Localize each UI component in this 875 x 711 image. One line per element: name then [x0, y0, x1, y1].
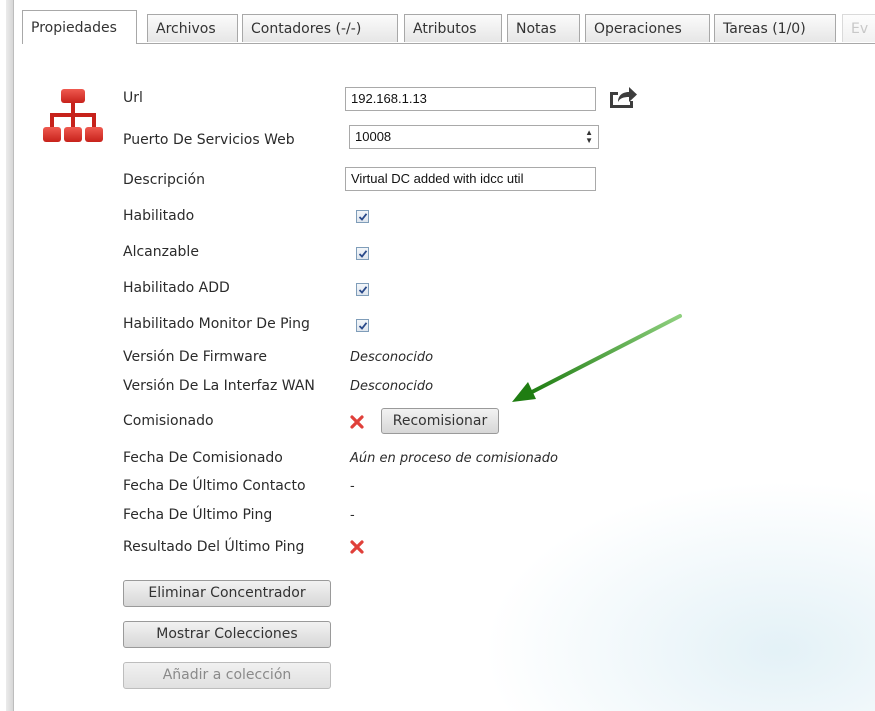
reachable-label: Alcanzable [123, 244, 199, 260]
wan-label: Versión De La Interfaz WAN [123, 378, 315, 394]
ping-monitor-checkbox[interactable] [356, 319, 369, 332]
x-icon [350, 540, 364, 554]
tab-eventos-partial[interactable]: Ev [842, 14, 875, 42]
tab-contadores[interactable]: Contadores (-/-) [242, 14, 398, 42]
port-value: 10008 [355, 129, 392, 144]
description-label: Descripción [123, 172, 205, 188]
last-ping-label: Fecha De Último Ping [123, 507, 273, 523]
recommission-button[interactable]: Recomisionar [381, 408, 499, 434]
enabled-add-checkbox[interactable] [356, 283, 369, 296]
check-icon [358, 322, 368, 330]
show-collections-button[interactable]: Mostrar Colecciones [123, 621, 331, 648]
enabled-label: Habilitado [123, 208, 195, 224]
description-field[interactable]: Virtual DC added with idcc util [345, 167, 596, 191]
spinner-arrows-icon[interactable]: ▲ ▼ [585, 129, 593, 145]
port-stepper[interactable]: 10008 ▲ ▼ [349, 125, 599, 149]
commission-date-value: Aún en proceso de comisionado [350, 451, 558, 466]
tab-baseline [22, 43, 875, 44]
tab-tareas[interactable]: Tareas (1/0) [714, 14, 836, 42]
firmware-value: Desconocido [350, 350, 434, 365]
check-icon [358, 250, 368, 258]
url-field[interactable]: 192.168.1.13 [345, 87, 596, 111]
last-contact-value: - [350, 479, 355, 494]
firmware-label: Versión De Firmware [123, 349, 267, 365]
delete-hub-button[interactable]: Eliminar Concentrador [123, 580, 331, 607]
last-ping-result-label: Resultado Del Último Ping [123, 539, 305, 555]
active-tab-joiner [23, 43, 136, 45]
enabled-add-label: Habilitado ADD [123, 280, 230, 296]
commission-date-label: Fecha De Comisionado [123, 450, 283, 466]
tab-atributos[interactable]: Atributos [404, 14, 502, 42]
check-icon [358, 286, 368, 294]
reachable-checkbox[interactable] [356, 247, 369, 260]
x-icon [350, 415, 364, 429]
enabled-checkbox[interactable] [356, 210, 369, 223]
tab-archivos[interactable]: Archivos [147, 14, 238, 42]
wan-value: Desconocido [350, 379, 434, 394]
tab-propiedades[interactable]: Propiedades [22, 10, 137, 44]
network-hub-icon [43, 89, 103, 142]
commissioned-label: Comisionado [123, 413, 214, 429]
last-ping-value: - [350, 508, 355, 523]
last-contact-label: Fecha De Último Contacto [123, 478, 306, 494]
add-to-collection-button[interactable]: Añadir a colección [123, 662, 331, 689]
url-label: Url [123, 90, 143, 106]
check-icon [358, 213, 368, 221]
window-frame-left [6, 0, 14, 711]
ping-monitor-label: Habilitado Monitor De Ping [123, 316, 310, 332]
port-label: Puerto De Servicios Web [123, 132, 295, 148]
tab-notas[interactable]: Notas [507, 14, 580, 42]
tab-operaciones[interactable]: Operaciones [585, 14, 710, 42]
share-external-icon[interactable] [608, 85, 638, 109]
